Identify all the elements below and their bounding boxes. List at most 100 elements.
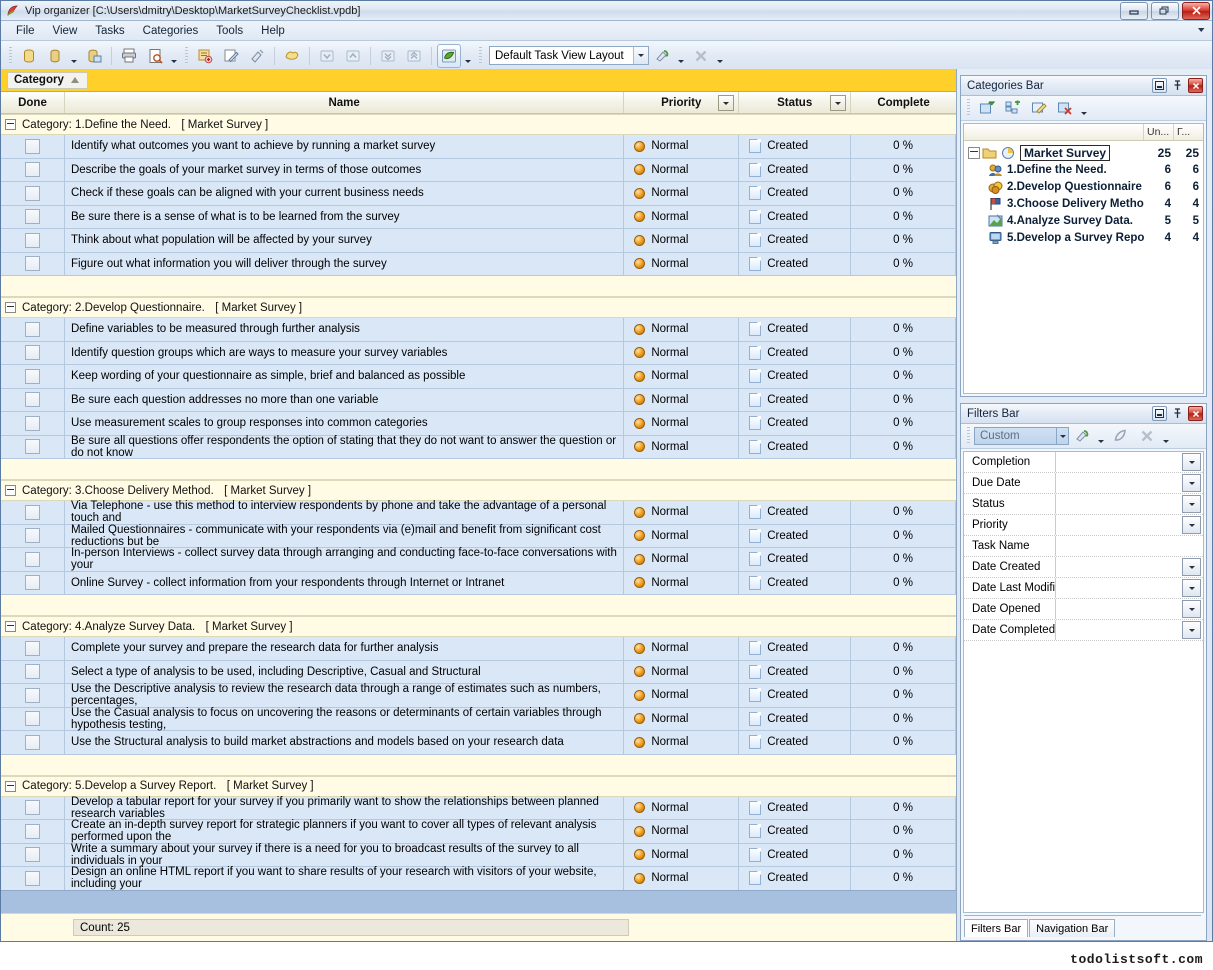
menu-categories[interactable]: Categories <box>134 23 208 39</box>
cell-done[interactable] <box>1 182 65 205</box>
filter-row[interactable]: Completion <box>964 452 1203 473</box>
filter-row[interactable]: Date Opened <box>964 599 1203 620</box>
table-row[interactable]: Use measurement scales to group response… <box>1 412 956 436</box>
filter-value-input[interactable] <box>1056 473 1182 493</box>
filter-row[interactable]: Date Created <box>964 557 1203 578</box>
new-subcategory-icon[interactable] <box>1001 96 1025 120</box>
filter-dropdown-icon[interactable] <box>1182 621 1201 639</box>
done-checkbox[interactable] <box>25 552 40 567</box>
table-row[interactable]: Be sure each question addresses no more … <box>1 389 956 413</box>
group-header-row[interactable]: Category: 2.Develop Questionnaire. [ Mar… <box>1 297 956 318</box>
filters-grid-body[interactable]: CompletionDue DateStatusPriorityTask Nam… <box>963 451 1204 913</box>
done-checkbox[interactable] <box>25 416 40 431</box>
table-row[interactable]: Figure out what information you will del… <box>1 253 956 277</box>
table-row[interactable]: Use the Casual analysis to focus on unco… <box>1 708 956 732</box>
filters-bar-close-icon[interactable] <box>1188 406 1203 421</box>
cell-done[interactable] <box>1 844 65 867</box>
apply-filter-dropdown-icon[interactable] <box>1095 425 1106 447</box>
new-category-icon[interactable] <box>975 96 999 120</box>
category-tree-item[interactable]: 4.Analyze Survey Data.55 <box>964 212 1203 229</box>
delete-filter-icon[interactable] <box>1135 424 1159 448</box>
done-checkbox[interactable] <box>25 847 40 862</box>
cell-done[interactable] <box>1 731 65 754</box>
filter-value-input[interactable] <box>1056 578 1182 598</box>
cell-done[interactable] <box>1 206 65 229</box>
move-top-icon[interactable] <box>402 44 426 68</box>
cell-done[interactable] <box>1 159 65 182</box>
delete-layout-icon[interactable] <box>689 44 713 68</box>
done-checkbox[interactable] <box>25 528 40 543</box>
menu-overflow-caret-icon[interactable] <box>1197 26 1206 35</box>
new-database-icon[interactable] <box>17 44 41 68</box>
group-header-row[interactable]: Category: 4.Analyze Survey Data. [ Marke… <box>1 616 956 637</box>
filter-value-input[interactable] <box>1056 452 1182 472</box>
group-by-chip-category[interactable]: Category <box>7 72 88 89</box>
done-checkbox[interactable] <box>25 664 40 679</box>
category-tree-item[interactable]: 2.Develop Questionnaire66 <box>964 178 1203 195</box>
column-header-done[interactable]: Done <box>1 92 65 113</box>
filter-preset-combobox[interactable]: Custom <box>974 427 1069 445</box>
group-collapse-icon[interactable] <box>5 781 16 792</box>
column-header-complete[interactable]: Complete <box>851 92 956 113</box>
clear-filter-icon[interactable] <box>1109 424 1133 448</box>
category-tree-root[interactable]: Market Survey2525 <box>964 144 1203 161</box>
group-header-row[interactable]: Category: 1.Define the Need. [ Market Su… <box>1 114 956 135</box>
toolbar-grip[interactable] <box>9 47 12 65</box>
cell-done[interactable] <box>1 525 65 548</box>
done-checkbox[interactable] <box>25 800 40 815</box>
table-row[interactable]: Think about what population will be affe… <box>1 229 956 253</box>
open-database-icon[interactable] <box>43 44 67 68</box>
done-checkbox[interactable] <box>25 688 40 703</box>
done-checkbox[interactable] <box>25 233 40 248</box>
apply-filter-icon[interactable] <box>1070 424 1094 448</box>
cell-done[interactable] <box>1 342 65 365</box>
layout-combobox[interactable]: Default Task View Layout <box>489 46 649 65</box>
done-checkbox[interactable] <box>25 711 40 726</box>
filters-toolbar-grip[interactable] <box>967 427 970 445</box>
toolbar-grip-2[interactable] <box>185 47 188 65</box>
filter-value-input[interactable] <box>1056 557 1182 577</box>
category-tree-item[interactable]: 5.Develop a Survey Repo44 <box>964 229 1203 246</box>
task-grid[interactable]: Category: 1.Define the Need. [ Market Su… <box>1 114 956 890</box>
categories-bar-close-icon[interactable] <box>1188 78 1203 93</box>
done-checkbox[interactable] <box>25 345 40 360</box>
filters-bar-pin-icon[interactable] <box>1170 406 1185 421</box>
edit-task-icon[interactable] <box>219 44 243 68</box>
cell-done[interactable] <box>1 797 65 820</box>
table-row[interactable]: Select a type of analysis to be used, in… <box>1 661 956 685</box>
filter-row[interactable]: Priority <box>964 515 1203 536</box>
done-checkbox[interactable] <box>25 505 40 520</box>
cell-done[interactable] <box>1 548 65 571</box>
table-row[interactable]: Keep wording of your questionnaire as si… <box>1 365 956 389</box>
done-checkbox[interactable] <box>25 369 40 384</box>
tab-filters-bar[interactable]: Filters Bar <box>964 919 1028 937</box>
filters-more-caret-icon[interactable] <box>1160 425 1171 447</box>
filter-dropdown-icon[interactable] <box>1182 474 1201 492</box>
layout-combobox-caret-icon[interactable] <box>633 47 648 64</box>
done-checkbox[interactable] <box>25 392 40 407</box>
restore-button[interactable] <box>1151 2 1179 20</box>
table-row[interactable]: Use the Descriptive analysis to review t… <box>1 684 956 708</box>
filter-row[interactable]: Date Last Modifie <box>964 578 1203 599</box>
print-preview-icon[interactable] <box>143 44 167 68</box>
print-dropdown-icon[interactable] <box>168 45 179 67</box>
move-up-icon[interactable] <box>341 44 365 68</box>
open-database-dropdown-icon[interactable] <box>68 45 79 67</box>
group-by-band[interactable]: Category <box>1 69 956 92</box>
task-view-dropdown-icon[interactable] <box>462 45 473 67</box>
table-row[interactable]: Identify what outcomes you want to achie… <box>1 135 956 159</box>
categories-more-caret-icon[interactable] <box>1078 97 1089 119</box>
table-row[interactable]: Be sure there is a sense of what is to b… <box>1 206 956 230</box>
print-icon[interactable] <box>117 44 141 68</box>
table-row[interactable]: Design an online HTML report if you want… <box>1 867 956 890</box>
done-checkbox[interactable] <box>25 209 40 224</box>
cell-done[interactable] <box>1 637 65 660</box>
cell-done[interactable] <box>1 318 65 341</box>
status-filter-icon[interactable] <box>830 95 846 111</box>
filter-dropdown-icon[interactable] <box>1182 453 1201 471</box>
table-row[interactable]: Develop a tabular report for your survey… <box>1 797 956 821</box>
done-checkbox[interactable] <box>25 439 40 454</box>
cell-done[interactable] <box>1 365 65 388</box>
cell-done[interactable] <box>1 867 65 890</box>
done-checkbox[interactable] <box>25 186 40 201</box>
